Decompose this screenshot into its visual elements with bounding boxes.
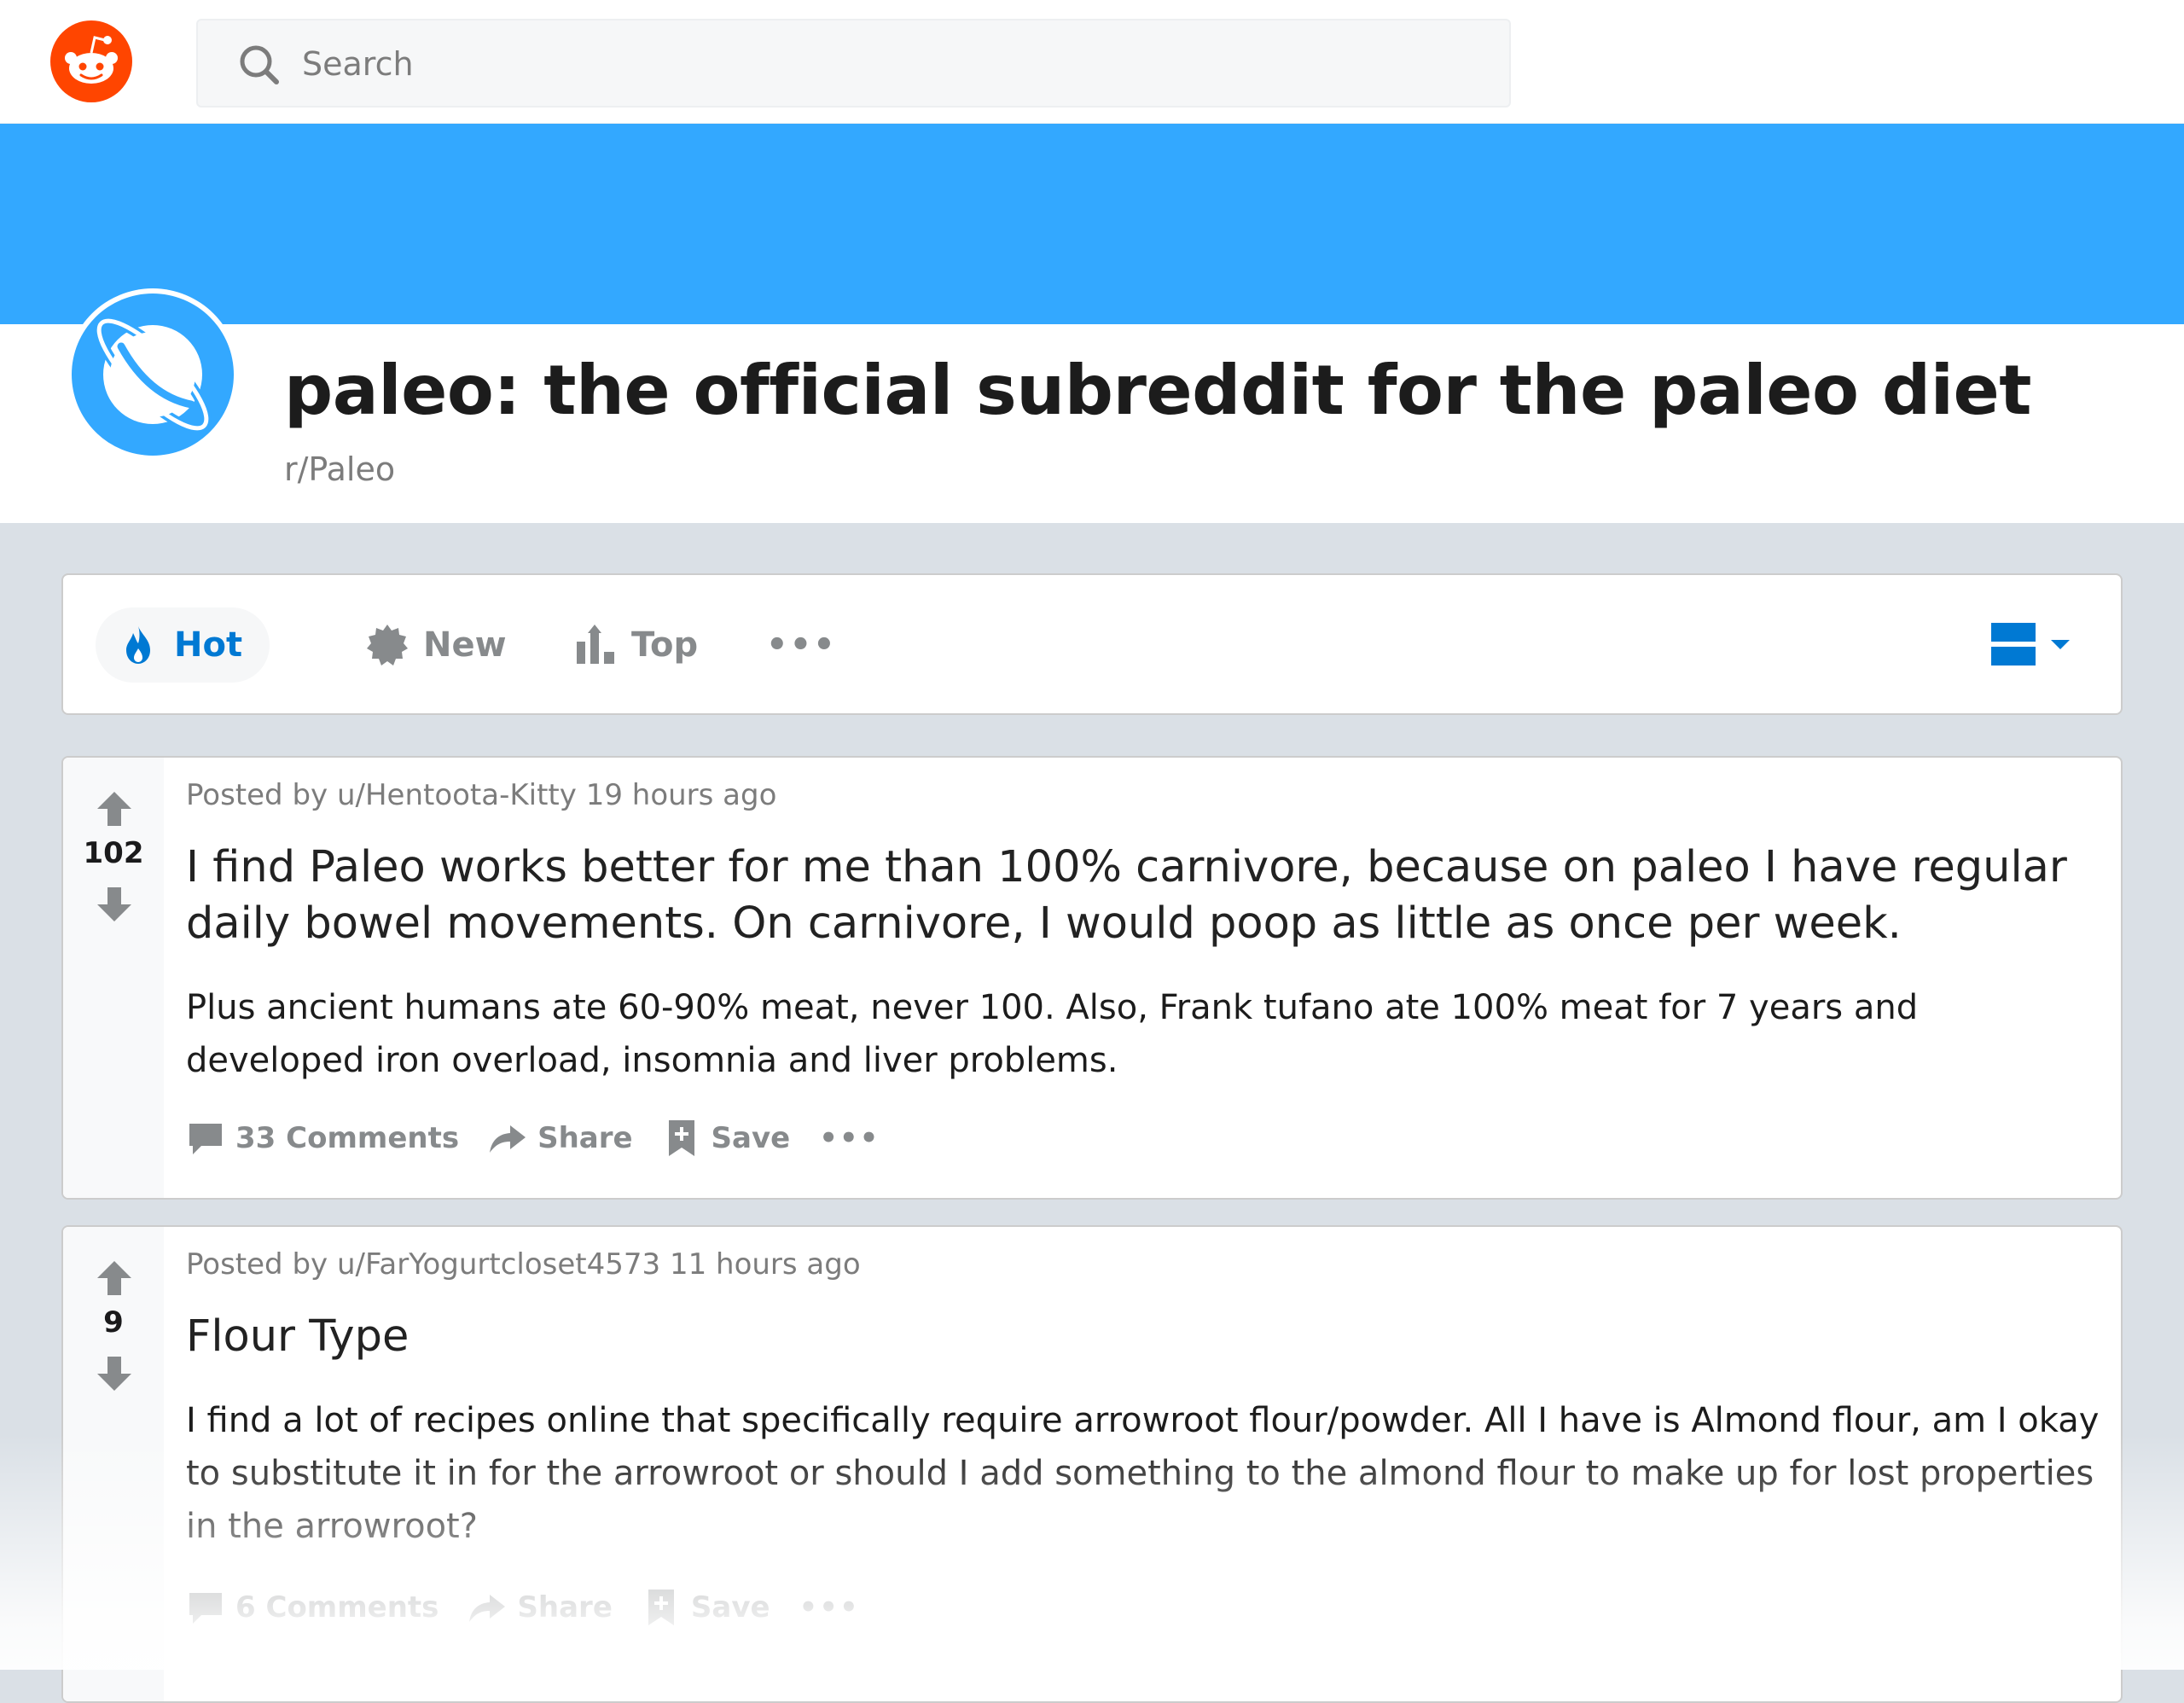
post-body: I find a lot of recipes online that spec… [186, 1401, 2100, 1546]
post-actions: 6 Comments Share Save ••• [186, 1582, 889, 1633]
post-title[interactable]: Flour Type [186, 1309, 2106, 1365]
vote-count: 9 [103, 1305, 124, 1340]
share-icon [469, 1595, 506, 1622]
search-input[interactable]: Search [196, 19, 1511, 108]
share-button[interactable]: Share [468, 1588, 613, 1627]
save-button[interactable]: Save [642, 1588, 770, 1627]
comments-label: 6 Comments [235, 1590, 439, 1625]
post-title[interactable]: I find Paleo works better for me than 10… [186, 840, 2106, 952]
bookmark-plus-icon [668, 1120, 694, 1156]
post-card[interactable]: 102 Posted by u/Hentoota-Kitty 19 hours … [61, 756, 2123, 1200]
upvote-arrow-icon[interactable] [96, 1259, 133, 1297]
comment-icon [189, 1124, 222, 1154]
post-card[interactable]: 9 Posted by u/FarYogurtcloset4573 11 hou… [61, 1225, 2123, 1703]
view-toggle-button[interactable] [1991, 619, 2085, 671]
share-label: Share [517, 1590, 613, 1625]
upvote-arrow-icon[interactable] [96, 790, 133, 828]
reddit-logo-icon[interactable] [50, 20, 132, 102]
sort-new-label: New [423, 625, 507, 665]
comment-icon [189, 1593, 222, 1624]
sort-bar: Hot New Top ••• [61, 573, 2123, 715]
share-icon [490, 1125, 526, 1153]
comments-button[interactable]: 6 Comments [186, 1588, 439, 1627]
vote-count: 102 [83, 836, 144, 870]
share-button[interactable]: Share [488, 1119, 633, 1158]
subreddit-name[interactable]: r/Paleo [284, 448, 395, 491]
post-more-button[interactable]: ••• [819, 1121, 880, 1155]
post-meta: Posted by u/FarYogurtcloset4573 11 hours… [186, 1247, 861, 1282]
vote-column: 102 [63, 758, 164, 1198]
comments-button[interactable]: 33 Comments [186, 1119, 459, 1158]
community-planet-icon [67, 288, 239, 461]
sort-top-button[interactable]: Top [553, 607, 725, 683]
sort-hot-label: Hot [174, 625, 243, 665]
post-more-button[interactable]: ••• [799, 1590, 860, 1625]
downvote-arrow-icon[interactable] [96, 1355, 133, 1392]
vote-column: 9 [63, 1227, 164, 1701]
save-button[interactable]: Save [662, 1119, 791, 1158]
post-body: Plus ancient humans ate 60-90% meat, nev… [186, 988, 1919, 1080]
post-actions: 33 Comments Share Save ••• [186, 1113, 909, 1164]
save-label: Save [711, 1121, 791, 1155]
subreddit-banner [0, 124, 2184, 324]
bookmark-plus-icon [648, 1590, 674, 1625]
post-meta: Posted by u/Hentoota-Kitty 19 hours ago [186, 778, 777, 812]
search-placeholder: Search [302, 45, 414, 83]
comments-label: 33 Comments [235, 1121, 460, 1155]
search-icon [240, 45, 279, 84]
downvote-arrow-icon[interactable] [96, 886, 133, 923]
top-chart-icon [577, 625, 614, 664]
sort-top-label: Top [631, 625, 699, 665]
sort-hot-button[interactable]: Hot [96, 607, 270, 683]
sort-more-button[interactable]: ••• [746, 607, 864, 683]
save-label: Save [690, 1590, 770, 1625]
card-view-icon [1991, 623, 2070, 666]
subreddit-title: paleo: the official subreddit for the pa… [284, 351, 2032, 430]
share-label: Share [537, 1121, 633, 1155]
sort-new-button[interactable]: New [345, 607, 534, 683]
top-bar: Search [0, 0, 2184, 124]
badge-icon [367, 625, 408, 666]
flame-icon [126, 626, 150, 664]
